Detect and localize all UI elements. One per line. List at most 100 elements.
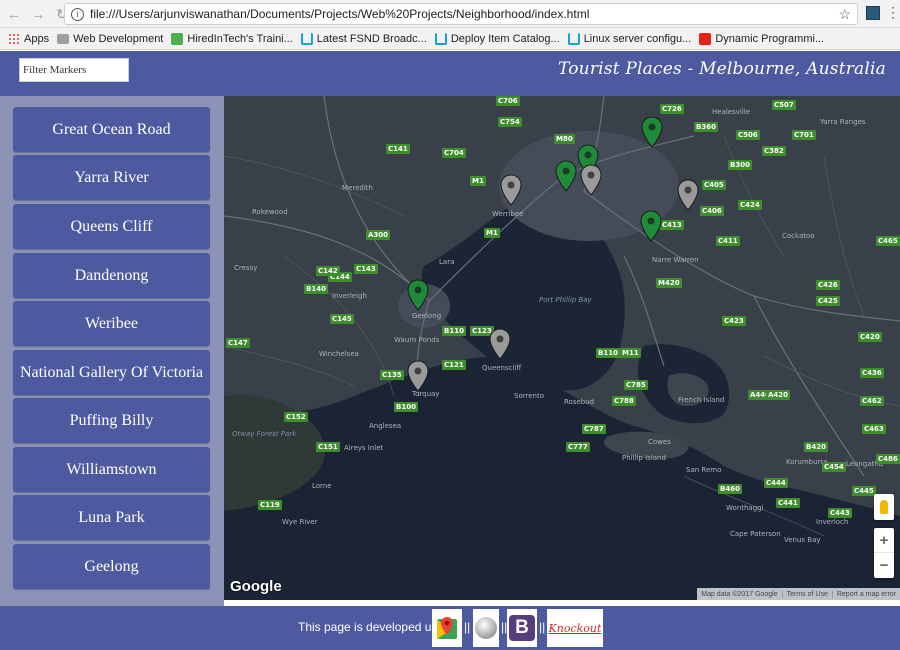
place-button-great-ocean-road[interactable]: Great Ocean Road — [13, 107, 210, 152]
footer-separator: || — [464, 620, 471, 634]
road-shield: C152 — [284, 412, 308, 422]
road-shield: C147 — [226, 338, 250, 348]
place-button-luna-park[interactable]: Luna Park — [13, 495, 210, 540]
bookmark-apps[interactable]: Apps — [8, 32, 49, 45]
place-button-queens-cliff[interactable]: Queens Cliff — [13, 204, 210, 249]
road-shield: C143 — [354, 264, 378, 274]
road-shield: B110 — [596, 348, 620, 358]
zoom-out-button[interactable]: − — [874, 553, 894, 578]
road-shield: C704 — [442, 148, 466, 158]
zoom-control: + − — [874, 528, 894, 578]
map-marker-weribee[interactable] — [500, 174, 522, 206]
youtube-icon — [699, 32, 712, 45]
filter-markers-input[interactable] — [19, 58, 129, 82]
road-shield: C445 — [852, 486, 876, 496]
road-shield: B100 — [394, 402, 418, 412]
map-marker-queens-cliff[interactable] — [489, 328, 511, 360]
extension-icon[interactable] — [866, 6, 880, 20]
road-shield: C506 — [736, 130, 760, 140]
map-place-label: Geelong — [412, 312, 442, 320]
map-marker-yarra-river[interactable] — [641, 116, 663, 148]
map-marker-williamstown[interactable] — [555, 160, 577, 192]
road-shield: B420 — [804, 442, 828, 452]
map-place-label: Inverleigh — [332, 292, 367, 300]
footer-separator: || — [539, 620, 546, 634]
udacity-icon — [434, 32, 447, 45]
map-marker-dandenong[interactable] — [677, 179, 699, 211]
road-shield: M1 — [484, 228, 500, 238]
map-place-label: Waurn Ponds — [394, 336, 440, 344]
map-attribution: Map data ©2017 Google Terms of Use Repor… — [697, 588, 900, 600]
road-shield: M11 — [620, 348, 641, 358]
bookmark-fsnd[interactable]: Latest FSND Broadc... — [300, 32, 427, 45]
road-shield: C405 — [702, 180, 726, 190]
road-shield: C426 — [816, 280, 840, 290]
bookmark-star-icon[interactable]: ☆ — [838, 6, 851, 23]
places-sidebar: Great Ocean Road Yarra River Queens Clif… — [0, 96, 224, 606]
map-place-label: Cape Paterson — [730, 530, 781, 538]
road-shield: C785 — [624, 380, 648, 390]
udacity-icon — [300, 32, 313, 45]
map-canvas[interactable]: Meredith Rokewood Cressy Inverleigh Lara… — [224, 96, 900, 600]
bookmark-dynamic-programming[interactable]: Dynamic Programmi... — [699, 32, 824, 45]
road-shield: B360 — [694, 122, 718, 132]
map-place-label: Rokewood — [252, 208, 288, 216]
map-place-label: Meredith — [342, 184, 373, 192]
map-place-label: Healesville — [712, 108, 751, 116]
map-place-label: Rosebud — [564, 398, 595, 406]
report-map-error-link[interactable]: Report a map error — [833, 591, 900, 598]
road-shield: C463 — [862, 424, 886, 434]
road-shield: C787 — [582, 424, 606, 434]
map-data-credit: Map data ©2017 Google — [697, 590, 783, 598]
road-shield: C444 — [764, 478, 788, 488]
footer-text: This page is developed using — [298, 620, 454, 634]
place-button-weribee[interactable]: Weribee — [13, 301, 210, 346]
road-shield: B110 — [442, 326, 466, 336]
road-shield: C436 — [860, 368, 884, 378]
map-place-label: Narre Warren — [652, 256, 699, 264]
terms-of-use-link[interactable]: Terms of Use — [783, 590, 833, 598]
map-marker-puffing-billy[interactable] — [640, 210, 662, 242]
road-shield: C754 — [498, 117, 522, 127]
place-button-williamstown[interactable]: Williamstown — [13, 447, 210, 492]
place-button-geelong[interactable]: Geelong — [13, 544, 210, 589]
road-shield: C788 — [612, 396, 636, 406]
road-shield: C145 — [330, 314, 354, 324]
road-shield: C462 — [860, 396, 884, 406]
place-button-dandenong[interactable]: Dandenong — [13, 253, 210, 298]
map-place-label: Winchelsea — [319, 350, 359, 358]
road-shield: C121 — [442, 360, 466, 370]
map-marker-geelong[interactable] — [407, 279, 429, 311]
map-place-label: Werribee — [492, 210, 524, 218]
place-button-national-gallery[interactable]: National Gallery Of Victoria — [13, 350, 210, 395]
url-text: file:///Users/arjunviswanathan/Documents… — [90, 7, 590, 21]
road-shield: C441 — [776, 498, 800, 508]
road-shield: A420 — [766, 390, 791, 400]
menu-dots-icon[interactable]: ⋮ — [886, 4, 900, 21]
back-arrow-icon[interactable]: ← — [4, 4, 24, 24]
road-shield: C726 — [660, 104, 684, 114]
road-shield: C135 — [380, 370, 404, 380]
map-place-label: French Island — [678, 396, 725, 404]
app-header: Tourist Places - Melbourne, Australia — [0, 51, 900, 96]
address-bar[interactable]: i file:///Users/arjunviswanathan/Documen… — [64, 3, 858, 25]
page-footer: This page is developed using || || B || … — [0, 606, 900, 650]
map-place-label: Inverloch — [816, 518, 849, 526]
zoom-in-button[interactable]: + — [874, 528, 894, 553]
street-view-pegman-icon[interactable] — [874, 494, 894, 520]
bookmark-linux-server[interactable]: Linux server configu... — [567, 32, 691, 45]
place-button-puffing-billy[interactable]: Puffing Billy — [13, 398, 210, 443]
map-place-label: Wonthaggi — [726, 504, 764, 512]
map-marker-luna-park[interactable] — [580, 164, 602, 196]
map-marker-great-ocean-road[interactable] — [407, 360, 429, 392]
forward-arrow-icon[interactable]: → — [28, 4, 48, 24]
info-icon[interactable]: i — [71, 7, 84, 21]
road-shield: B300 — [728, 160, 752, 170]
bookmark-web-development[interactable]: Web Development — [57, 33, 163, 45]
road-shield: C119 — [258, 500, 282, 510]
bookmark-hiredintech[interactable]: HiredInTech's Traini... — [171, 32, 293, 45]
map-place-label: Lorne — [312, 482, 332, 490]
road-shield: B460 — [718, 484, 742, 494]
bookmark-deploy-catalog[interactable]: Deploy Item Catalog... — [434, 32, 560, 45]
place-button-yarra-river[interactable]: Yarra River — [13, 155, 210, 200]
